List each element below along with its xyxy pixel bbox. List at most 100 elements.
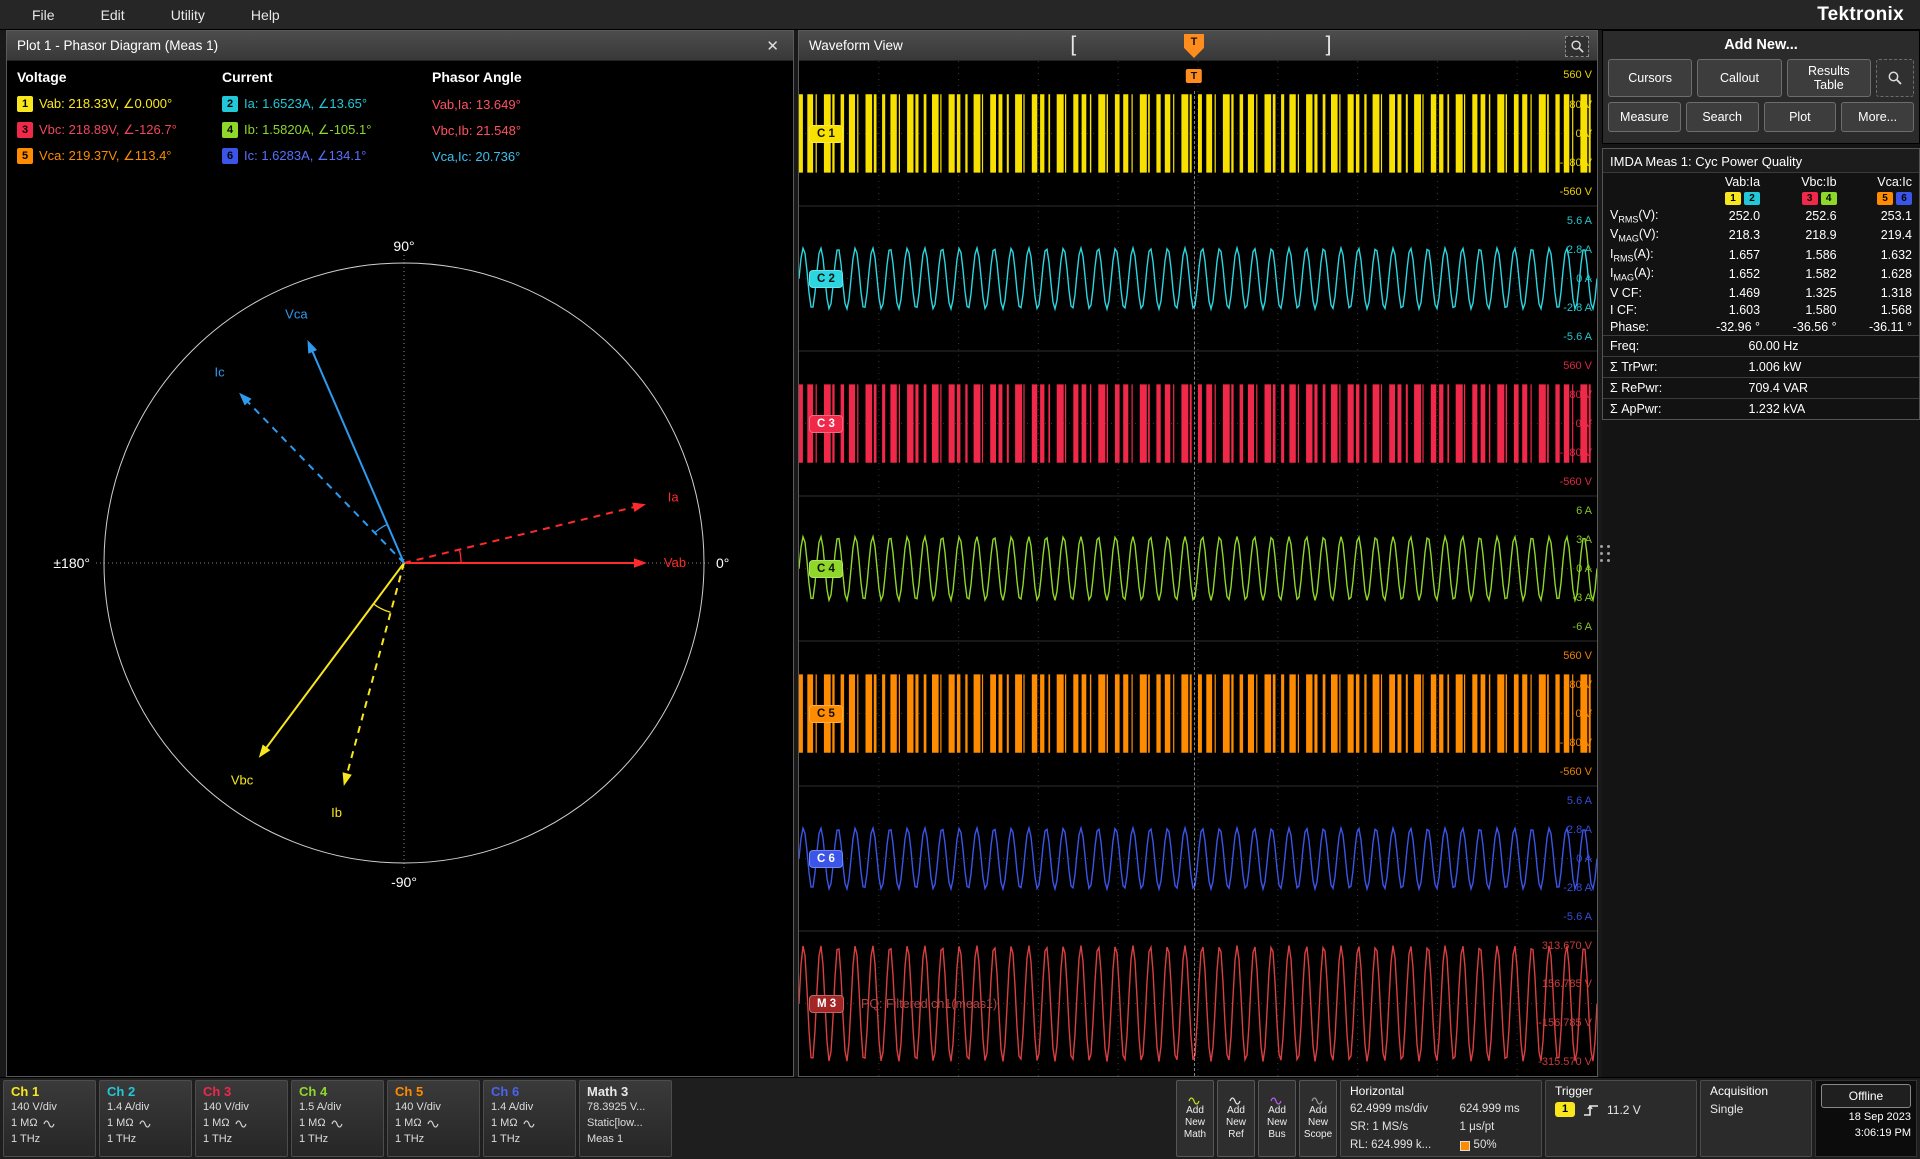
channel-button-ch-4[interactable]: Ch 41.5 A/div1 MΩ1 THz	[291, 1080, 384, 1157]
measurement-value: 253.1	[1844, 206, 1919, 226]
add-new-math-button[interactable]: AddNewMath	[1176, 1080, 1214, 1157]
phasor-vector-label-vca: Vca	[285, 306, 308, 321]
channel-badge-m-3[interactable]: M 3	[809, 995, 844, 1013]
add-new-callout-button[interactable]: Callout	[1697, 59, 1781, 97]
readout-row: 2Ia: 1.6523A, ∠13.65°	[222, 91, 432, 117]
main-area: Plot 1 - Phasor Diagram (Meas 1) ✕ Volta…	[0, 30, 1920, 1077]
results-table-body: Vab:IaVbc:IbVca:Ic123456VRMS(V):252.0252…	[1603, 173, 1919, 419]
close-icon[interactable]: ✕	[762, 37, 783, 55]
channel-impedance: 1 MΩ	[299, 1116, 376, 1132]
axis-label: 2.8 A	[1567, 824, 1592, 836]
axis-label: -560 V	[1560, 766, 1592, 778]
axis-label: 5.6 A	[1567, 795, 1592, 807]
menu-item-utility[interactable]: Utility	[155, 3, 221, 27]
horizontal-grid: 62.4999 ms/div624.999 msSR: 1 MS/s1 μs/p…	[1350, 1101, 1532, 1154]
badge-pair-cell: 56	[1844, 190, 1919, 206]
add-new-measure-button[interactable]: Measure	[1608, 102, 1681, 132]
horizontal-right-value: 1 μs/pt	[1460, 1119, 1532, 1137]
measurement-label: IRMS(A):	[1603, 245, 1691, 265]
acquisition-panel[interactable]: Acquisition Single	[1700, 1080, 1812, 1157]
channel-impedance: 1 MΩ	[203, 1116, 280, 1132]
channel-impedance-text: 1 MΩ	[107, 1116, 134, 1132]
corner-cell	[1603, 173, 1691, 190]
axis-label: -560 V	[1560, 186, 1592, 198]
phasor-panel-titlebar[interactable]: Plot 1 - Phasor Diagram (Meas 1) ✕	[7, 31, 793, 61]
axis-label: 0 A	[1576, 563, 1592, 575]
waveform-display[interactable]: C 1560 V280 V0 V-280 V-560 VC 25.6 A2.8 …	[799, 61, 1597, 1076]
badge-pair-cell: 12	[1691, 190, 1768, 206]
magnifier-icon	[1887, 70, 1903, 86]
channel-badge-c-2[interactable]: C 2	[809, 270, 843, 288]
axis-label: -315.570 V	[1538, 1056, 1592, 1068]
math-annotation: PQ: Filtered ch1(meas1)	[861, 997, 997, 1011]
zoom-tool-icon[interactable]	[1565, 36, 1589, 57]
status-block: Offline 18 Sep 2023 3:06:19 PM	[1815, 1080, 1917, 1157]
readout-value: Vbc,Ib: 21.548°	[432, 123, 521, 138]
add-new-search-button[interactable]: Search	[1686, 102, 1759, 132]
results-table-grid: Vab:IaVbc:IbVca:Ic123456VRMS(V):252.0252…	[1603, 173, 1919, 419]
meas-column-header: Vab:Ia	[1691, 173, 1768, 190]
add-new-cursors-button[interactable]: Cursors	[1608, 59, 1692, 97]
trigger-position-flag[interactable]: T	[1184, 34, 1204, 58]
channel-button-ch-2[interactable]: Ch 21.4 A/div1 MΩ1 THz	[99, 1080, 192, 1157]
measurement-row: V CF:1.4691.3251.318	[1603, 284, 1919, 301]
measurement-value: 1.632	[1844, 245, 1919, 265]
status-time: 3:06:19 PM	[1821, 1126, 1911, 1140]
channel-badge-c-4[interactable]: C 4	[809, 560, 843, 578]
horizontal-right-value: 50%	[1460, 1137, 1532, 1155]
channel-button-ch-3[interactable]: Ch 3140 V/div1 MΩ1 THz	[195, 1080, 288, 1157]
ac-coupling-icon	[139, 1120, 153, 1128]
axis-label: -280 V	[1560, 737, 1592, 749]
channel-button-ch-6[interactable]: Ch 61.4 A/div1 MΩ1 THz	[483, 1080, 576, 1157]
add-new-bus-button[interactable]: AddNewBus	[1258, 1080, 1296, 1157]
channel-badge-c-6[interactable]: C 6	[809, 850, 843, 868]
menu-item-file[interactable]: File	[16, 3, 71, 27]
axis-label: 280 V	[1563, 679, 1592, 691]
add-new-scope-button[interactable]: AddNewScope	[1299, 1080, 1337, 1157]
trigger-indicator[interactable]: T	[1186, 69, 1202, 83]
axis-label: 2.8 A	[1567, 244, 1592, 256]
horizontal-panel[interactable]: Horizontal 62.4999 ms/div624.999 msSR: 1…	[1340, 1080, 1542, 1157]
waveform-view-titlebar[interactable]: Waveform View [ ] T	[799, 31, 1597, 61]
channel-name: Ch 3	[203, 1084, 280, 1099]
zoom-bracket-right[interactable]: ]	[1326, 33, 1332, 57]
panel-resize-grip[interactable]	[1600, 545, 1611, 563]
add-label-line: Add	[1186, 1105, 1204, 1117]
channel-button-ch-1[interactable]: Ch 1140 V/div1 MΩ1 THz	[3, 1080, 96, 1157]
channel-badge-c-1[interactable]: C 1	[809, 125, 843, 143]
meas-column-header: Vbc:Ib	[1767, 173, 1844, 190]
menu-item-edit[interactable]: Edit	[85, 3, 141, 27]
waveform-canvas[interactable]	[799, 61, 1597, 1076]
zoom-bracket-left[interactable]: [	[1070, 33, 1076, 57]
readout-value: Vca,Ic: 20.736°	[432, 149, 520, 164]
readout-row: Vab,Ia: 13.649°	[432, 91, 787, 117]
phasor-axis-label: ±180°	[53, 555, 90, 571]
axis-label: 0 A	[1576, 853, 1592, 865]
axis-label: -3 A	[1572, 592, 1592, 604]
horizontal-right-text: 50%	[1474, 1137, 1497, 1155]
add-new-ref-button[interactable]: AddNewRef	[1217, 1080, 1255, 1157]
channel-impedance-text: 1 MΩ	[491, 1116, 518, 1132]
zoom-overlay-button[interactable]	[1876, 59, 1914, 97]
add-new-results-table-button[interactable]: Results Table	[1787, 59, 1871, 97]
offline-button[interactable]: Offline	[1821, 1084, 1911, 1108]
sine-glyph	[140, 1121, 150, 1127]
channel-badge-c-3[interactable]: C 3	[809, 415, 843, 433]
measurement-value: 1.657	[1691, 245, 1768, 265]
add-label-line: New	[1267, 1117, 1287, 1129]
add-new-plot-button[interactable]: Plot	[1764, 102, 1837, 132]
channel-button-math-3[interactable]: Math 378.3925 V...Static[low...Meas 1	[579, 1080, 672, 1157]
axis-label: 156.785 V	[1542, 978, 1592, 990]
measurement-value: 1.318	[1844, 284, 1919, 301]
add-new-more-button[interactable]: More...	[1841, 102, 1914, 132]
trigger-source-badge: 1	[1555, 1102, 1575, 1117]
trigger-panel[interactable]: Trigger 1 11.2 V	[1545, 1080, 1697, 1157]
channel-badge-c-5[interactable]: C 5	[809, 705, 843, 723]
tektronix-logo: Tektronix	[1817, 4, 1904, 26]
sine-glyph	[428, 1121, 438, 1127]
measurement-value: 1.580	[1767, 301, 1844, 318]
axis-label: -280 V	[1560, 157, 1592, 169]
menu-item-help[interactable]: Help	[235, 3, 296, 27]
channel-button-ch-5[interactable]: Ch 5140 V/div1 MΩ1 THz	[387, 1080, 480, 1157]
phasor-axis-label: -90°	[391, 874, 417, 890]
